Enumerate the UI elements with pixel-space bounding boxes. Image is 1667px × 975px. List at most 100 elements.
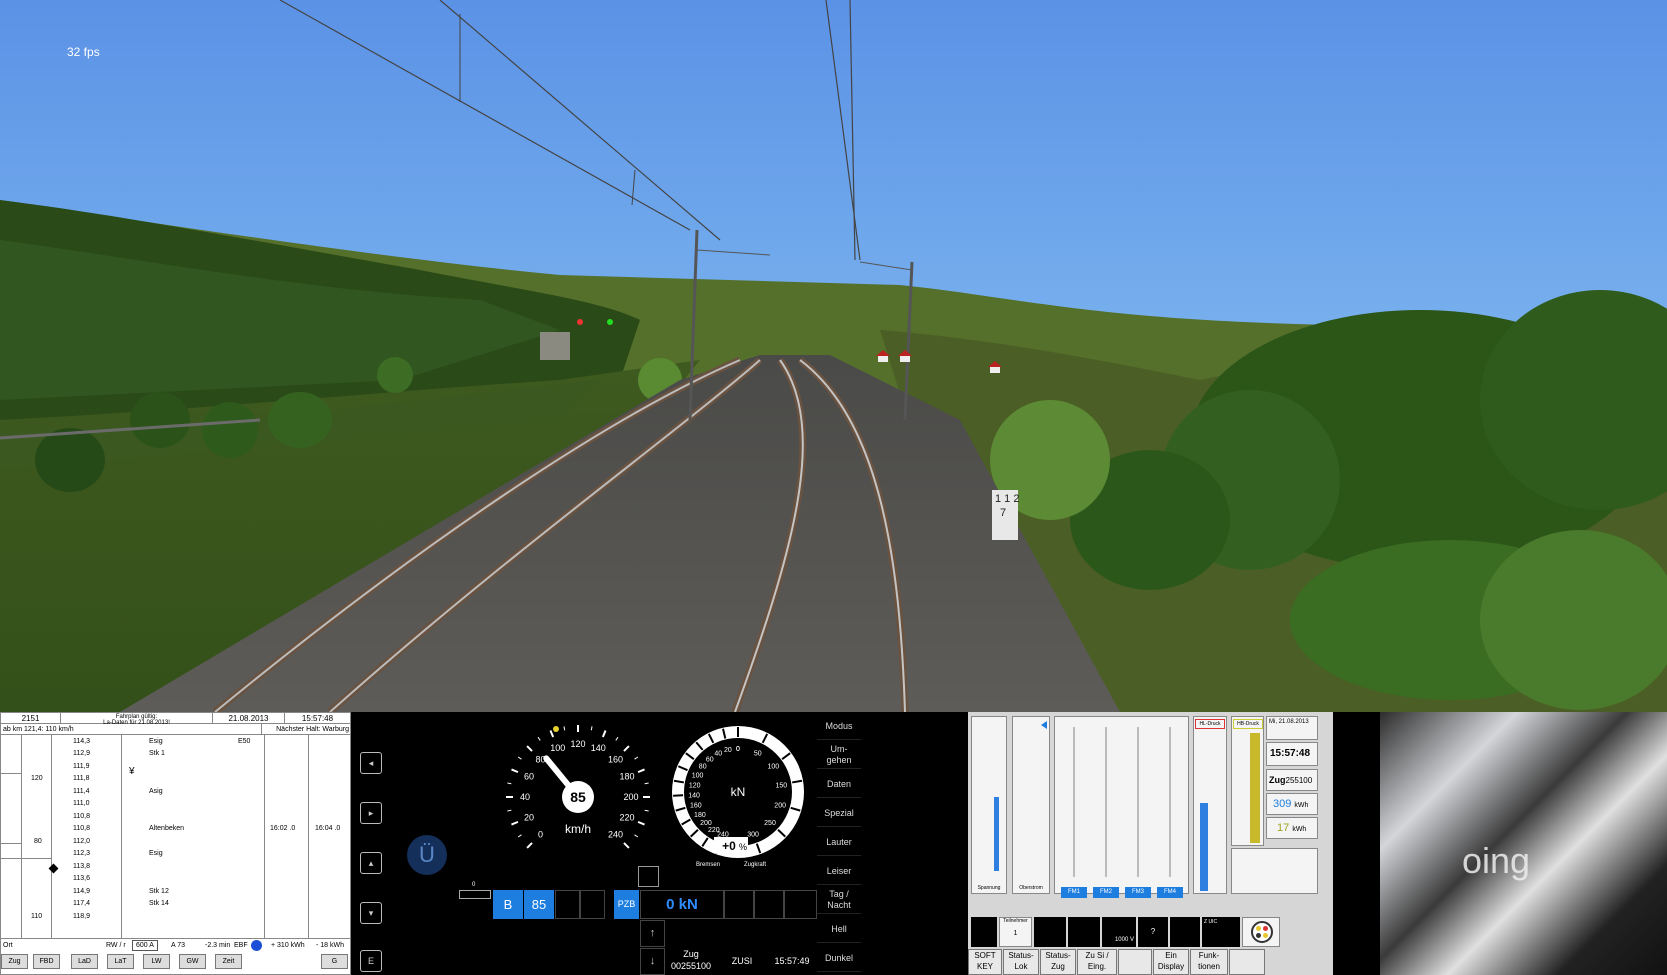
brake-scale — [1231, 848, 1318, 894]
fm2-button[interactable]: FM2 — [1093, 887, 1119, 898]
funktionen-button[interactable]: Funk-tionen — [1190, 949, 1228, 975]
nav-e-button[interactable]: E — [360, 950, 382, 972]
a-value: A 73 — [171, 942, 186, 949]
speed-digital: 85 — [570, 789, 586, 805]
menu-tag-nacht[interactable]: Tag / Nacht — [817, 886, 861, 914]
softkey-blank[interactable] — [1229, 949, 1265, 975]
traction-force-tick-label: 50 — [754, 751, 762, 758]
col-divider — [264, 735, 265, 938]
speed-minor-tick — [517, 834, 522, 838]
speed-tick — [511, 820, 519, 826]
speedometer: 020406080100 120 140160180200220240 85 km/… — [506, 725, 650, 849]
speed-minor-tick — [634, 756, 639, 760]
speed-tick-label: 200 — [623, 792, 638, 802]
next-stop: Nächster Halt: Warburg — [262, 724, 351, 735]
menu-umgehen[interactable]: Um- gehen — [817, 741, 861, 769]
btn-gw[interactable]: GW — [179, 954, 206, 969]
traction-force-tick-label: 300 — [747, 831, 759, 838]
status-slot — [754, 890, 784, 919]
menu-modus[interactable]: Modus — [817, 712, 861, 740]
km-value: 111,8 — [73, 775, 90, 782]
col-divider — [308, 735, 309, 938]
menu-leiser[interactable]: Leiser — [817, 857, 861, 885]
km-value: 111,4 — [73, 788, 90, 795]
energy-zug-number: 255100 — [1285, 776, 1313, 785]
speed-unit: km/h — [565, 822, 591, 836]
speed-tick — [526, 745, 533, 752]
timetable-title: Fahrplan gültig: La-Daten für 21.08.2013… — [61, 713, 213, 726]
softkey-empty[interactable] — [1118, 949, 1152, 975]
scene-svg: 1 1 2 7 — [0, 0, 1667, 712]
km-value: 114,9 — [73, 888, 90, 895]
menu-hell[interactable]: Hell — [817, 915, 861, 943]
speed-minor-tick — [634, 834, 639, 838]
speed-minor-tick — [507, 782, 512, 785]
km-value: 117,4 — [73, 900, 90, 907]
km-value: 112,0 — [73, 838, 90, 845]
speed-tick-label: 20 — [524, 812, 534, 822]
menu-daten[interactable]: Daten — [817, 770, 861, 798]
arrival-time: 16:02 .0 — [270, 825, 296, 832]
btn-lw[interactable]: LW — [143, 954, 170, 969]
speed-minor-tick — [507, 809, 512, 812]
softkey-button[interactable]: SOFT KEY — [968, 949, 1002, 975]
arrow-down-button[interactable]: ↓ — [640, 948, 665, 975]
btn-fbd[interactable]: FBD — [33, 954, 60, 969]
speed-tick-label: 100 — [550, 743, 565, 753]
nav-right-button[interactable]: ▸ — [360, 802, 382, 824]
speed-tick — [623, 745, 630, 752]
u-indicator: Ü — [407, 835, 447, 875]
speed-tick-label: 240 — [608, 829, 623, 839]
zusi-eingabe-button[interactable]: Zu Si / Eing. — [1077, 949, 1117, 975]
oberstrom-marker — [1041, 721, 1047, 729]
rw-label: RW / r — [106, 942, 126, 949]
nav-left-button[interactable]: ◂ — [360, 752, 382, 774]
force-percent: +0 — [722, 839, 736, 853]
kwh-consumed: 309 kWh — [1266, 793, 1318, 815]
brake-force-tick-label: 160 — [690, 803, 702, 810]
energy-minus: - 18 kWh — [316, 942, 345, 949]
teilnehmer-box: Teilnehmer 1 — [999, 917, 1032, 947]
status-lok-button[interactable]: Status-Lok — [1003, 949, 1039, 975]
speed-limit: 80 — [34, 838, 42, 845]
station-name: Esig — [149, 738, 163, 745]
btn-zug[interactable]: Zug — [1, 954, 28, 969]
kwh-unit: kWh — [1294, 802, 1309, 809]
menu-dunkel[interactable]: Dunkel — [817, 944, 861, 972]
btn-zeit[interactable]: Zeit — [215, 954, 242, 969]
hl-bar — [1200, 803, 1208, 891]
brake-force-tick-label: 100 — [692, 773, 704, 780]
speed-limit: 110 — [31, 913, 43, 920]
speed-minor-tick — [590, 726, 593, 731]
km-post-top: 1 1 2 — [995, 493, 1019, 505]
fps-counter: 32 fps — [67, 45, 100, 59]
menu-lauter[interactable]: Lauter — [817, 828, 861, 856]
speed-minor-tick — [644, 782, 649, 785]
speed-tick-label: 220 — [619, 812, 634, 822]
btn-lat[interactable]: LaT — [107, 954, 134, 969]
target-speed-marker — [553, 726, 559, 732]
traction-force-tick-label: 0 — [736, 746, 740, 753]
help-button[interactable]: ? — [1138, 917, 1168, 947]
nav-down-button[interactable]: ▾ — [360, 902, 382, 924]
energy-zug-label: Zug — [1269, 775, 1286, 785]
btn-lad[interactable]: LaD — [71, 954, 98, 969]
cab-clock: 15:57:49 — [774, 956, 810, 966]
teilnehmer-value: 1 — [1013, 930, 1018, 937]
ein-display-button[interactable]: Ein Display — [1153, 949, 1189, 975]
arrow-up-button[interactable]: ↑ — [640, 920, 665, 947]
fm1-button[interactable]: FM1 — [1061, 887, 1087, 898]
speed-note: ab km 121,4: 110 km/h — [1, 724, 262, 735]
video-preview: oing — [1380, 712, 1667, 975]
spannung-gauge: Spannung — [971, 716, 1007, 894]
btn-g[interactable]: G — [321, 954, 348, 969]
nav-up-button[interactable]: ▴ — [360, 852, 382, 874]
status-zug-button[interactable]: Status-Zug — [1040, 949, 1076, 975]
hb-label: HB-Druck — [1233, 719, 1263, 729]
fm-gauges: FM1 FM2 FM3 FM4 — [1054, 716, 1189, 898]
km-value: 112,3 — [73, 850, 90, 857]
menu-spezial[interactable]: Spezial — [817, 799, 861, 827]
fm3-button[interactable]: FM3 — [1125, 887, 1151, 898]
spannung-label: Spannung — [977, 885, 1001, 891]
fm4-button[interactable]: FM4 — [1157, 887, 1183, 898]
